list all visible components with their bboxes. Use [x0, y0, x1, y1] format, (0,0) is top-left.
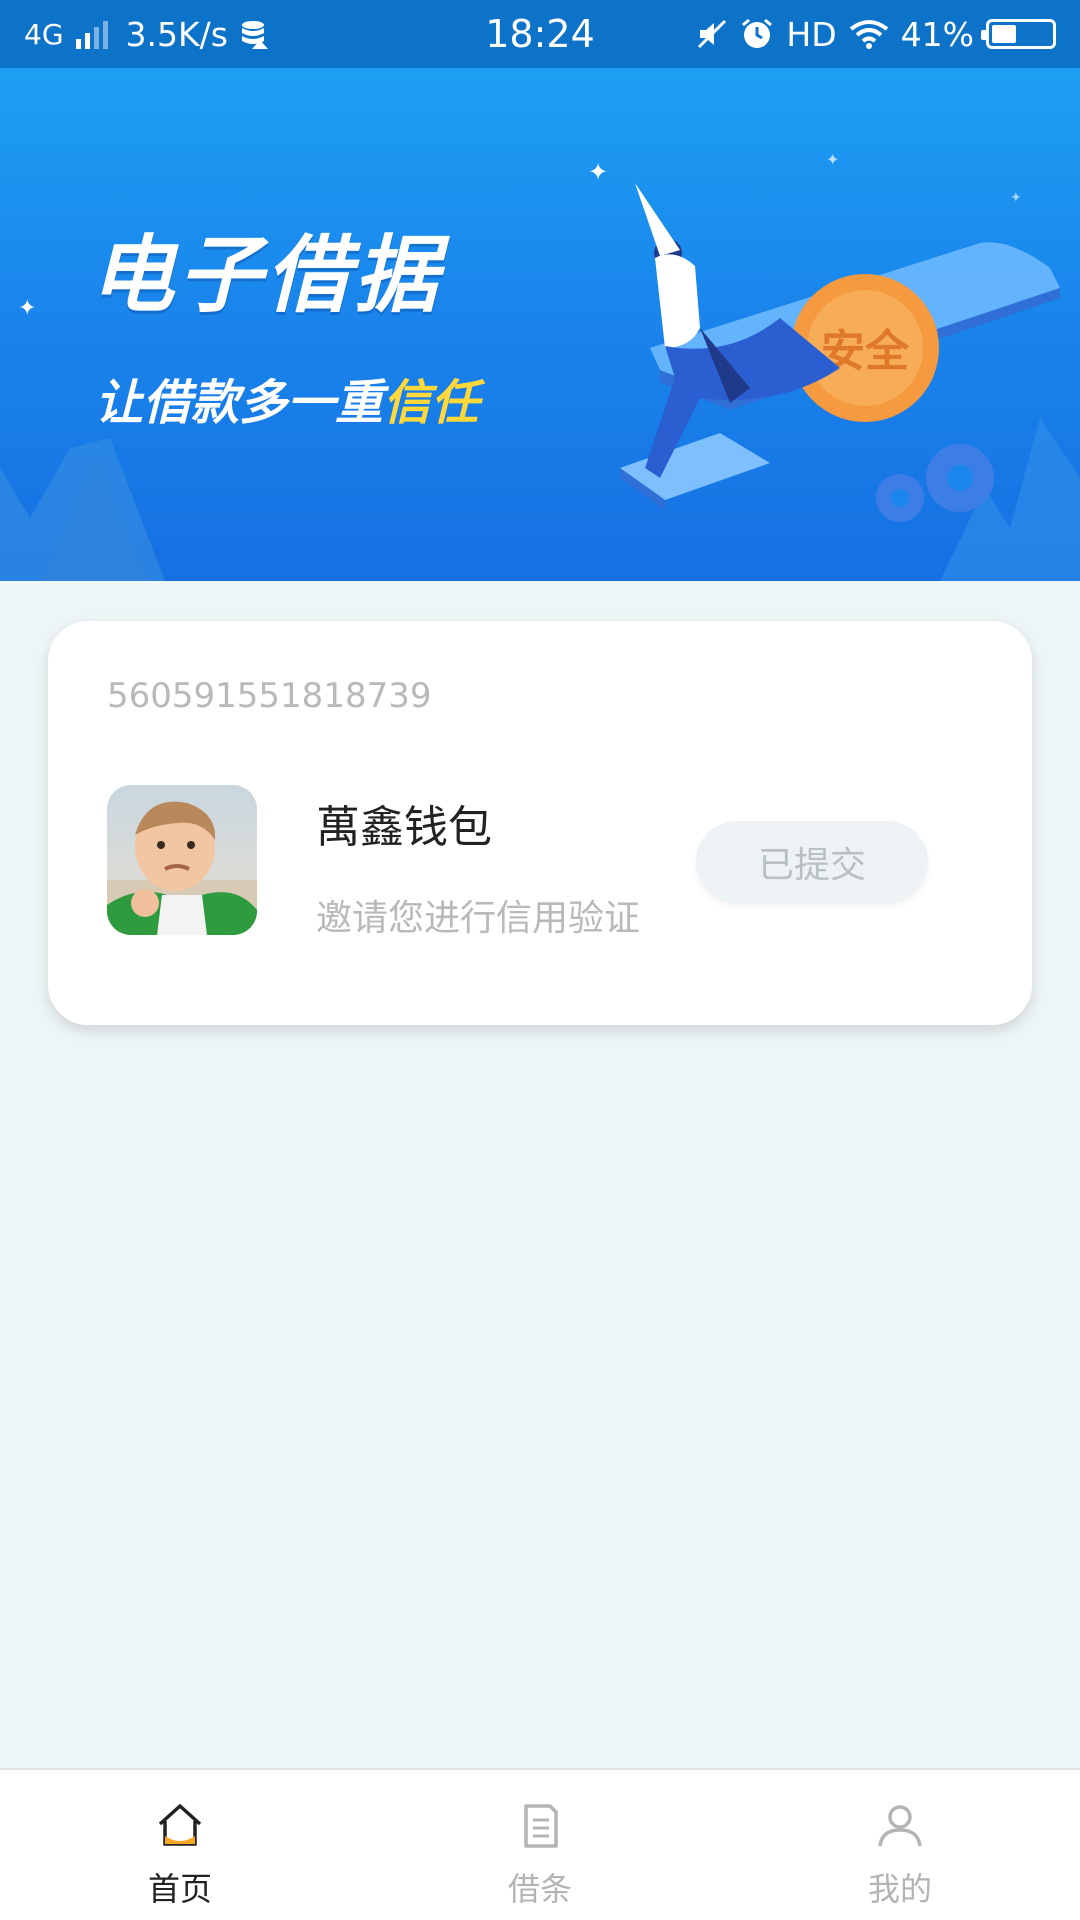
home-icon	[158, 1804, 202, 1846]
tab-home[interactable]: 首页	[0, 1770, 360, 1920]
status-right: HD 41%	[676, 15, 1056, 54]
wifi-icon	[849, 20, 888, 49]
loan-invitation-card[interactable]: 560591551818739 萬鑫钱包 邀请您进行信用验证 已提交	[48, 621, 1032, 1025]
alarm-icon	[742, 18, 773, 48]
silent-icon	[698, 19, 727, 49]
network-speed: 3.5K/s	[125, 14, 228, 54]
avatar	[107, 785, 257, 935]
battery-percent: 41%	[900, 14, 974, 54]
banner-title: 电子借据	[90, 226, 443, 324]
banner-subtitle: 让借款多一重信任	[95, 363, 479, 433]
avatar-photo	[107, 785, 257, 935]
banner-illustration: 安全	[620, 183, 1060, 522]
battery-level	[992, 25, 1016, 43]
user-icon	[878, 1805, 922, 1847]
tab-label: 借条	[507, 1870, 572, 1908]
tab-loans[interactable]: 借条	[360, 1770, 720, 1920]
status-time: 18:24	[485, 12, 595, 56]
network-type: 4G	[24, 17, 64, 51]
invitation-text: 邀请您进行信用验证	[316, 898, 641, 939]
app-name: 萬鑫钱包	[316, 802, 492, 853]
data-usage-icon	[241, 21, 268, 49]
tab-label: 我的	[867, 1870, 932, 1908]
tab-profile[interactable]: 我的	[720, 1770, 1080, 1920]
signal-icon	[75, 19, 108, 49]
banner-subtitle-highlight: 信任	[383, 375, 480, 431]
promo-banner[interactable]: ✦ ✦ ✦ ✦ 电子借据 让借款多一重信任 安全	[0, 68, 1080, 581]
tab-label: 首页	[147, 1870, 212, 1908]
bottom-tab-bar: 首页 借条 我的	[0, 1768, 1080, 1920]
document-icon	[524, 1804, 558, 1848]
hd-indicator: HD	[786, 14, 837, 54]
id-number: 560591551818739	[107, 676, 432, 716]
banner-subtitle-main: 让借款多一重	[95, 375, 384, 431]
submitted-button[interactable]: 已提交	[696, 821, 928, 903]
status-bar: 4G 3.5K/s 18:24 HD 41%	[0, 0, 1080, 68]
status-left: 4G 3.5K/s	[24, 15, 404, 54]
app-screen: 4G 3.5K/s 18:24 HD 41% ✦ ✦ ✦ ✦ 电子借据 让借款多…	[0, 0, 1080, 1920]
battery-icon	[981, 19, 1056, 49]
